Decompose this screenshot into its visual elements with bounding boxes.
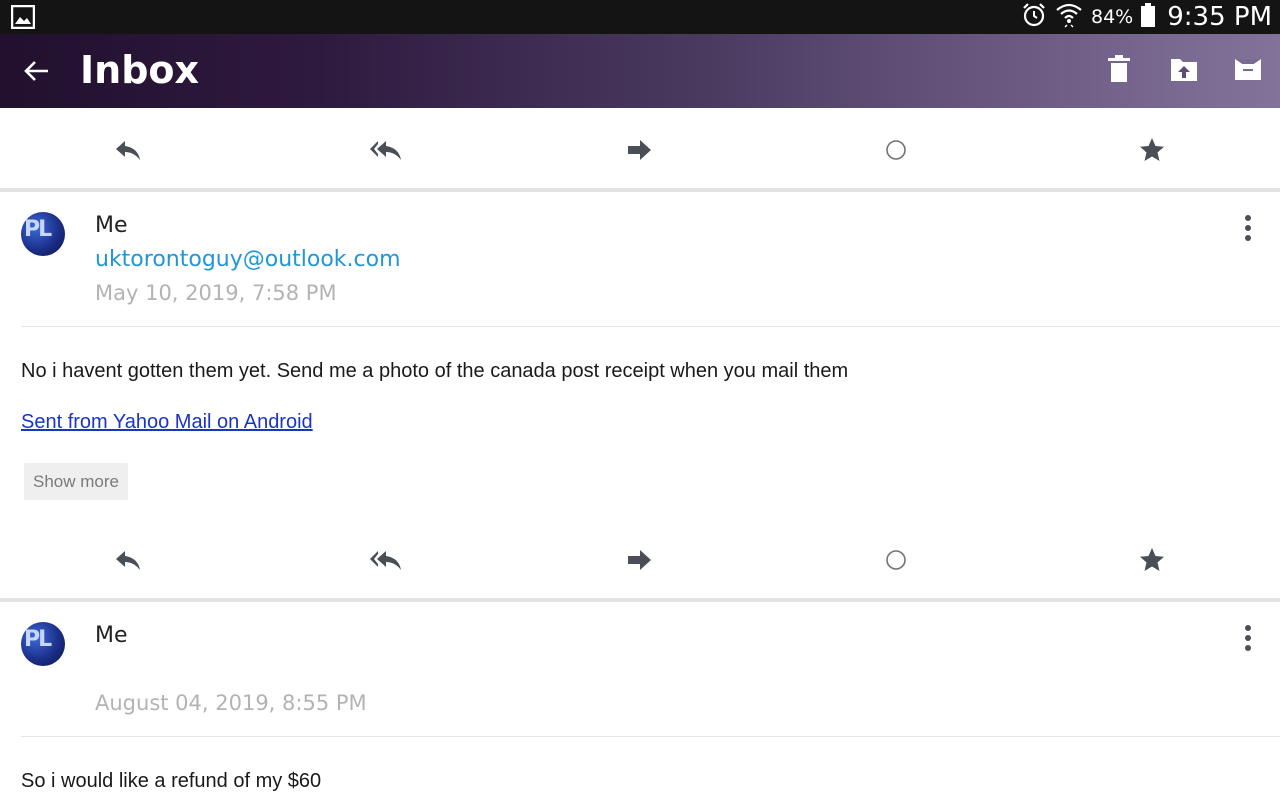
divider <box>21 736 1280 737</box>
reply-icon[interactable] <box>114 546 142 574</box>
move-to-folder-icon[interactable] <box>1170 54 1197 84</box>
status-bar: 84% 9:35 PM <box>0 0 1280 34</box>
sender-name: Me <box>95 623 128 648</box>
page-title: Inbox <box>80 48 200 92</box>
app-bar: Inbox <box>0 34 1280 108</box>
sender-email[interactable]: uktorontoguy@outlook.com <box>95 247 401 272</box>
mark-unread-icon[interactable] <box>882 546 910 574</box>
divider <box>21 326 1280 327</box>
reply-all-icon[interactable] <box>370 136 401 164</box>
clock: 9:35 PM <box>1167 2 1272 32</box>
sender-name: Me <box>95 213 128 238</box>
back-arrow-icon[interactable] <box>22 56 52 86</box>
avatar[interactable]: PL <box>21 622 65 666</box>
avatar-initials: PL <box>24 627 52 652</box>
battery-percent: 84% <box>1091 6 1134 28</box>
avatar-initials: PL <box>24 217 52 242</box>
delete-icon[interactable] <box>1106 54 1132 84</box>
signature-link[interactable]: Sent from Yahoo Mail on Android <box>21 411 313 434</box>
forward-icon[interactable] <box>626 136 654 164</box>
more-options-icon[interactable] <box>1240 623 1256 653</box>
star-icon[interactable] <box>1138 546 1166 574</box>
message-action-bar <box>0 110 1280 190</box>
message-body: No i havent gotten them yet. Send me a p… <box>21 360 849 382</box>
divider <box>0 188 1280 192</box>
avatar[interactable]: PL <box>21 212 65 256</box>
gallery-icon <box>10 4 36 30</box>
show-more-button[interactable]: Show more <box>24 463 128 500</box>
message-body: So i would like a refund of my $60 <box>21 770 322 792</box>
message-action-bar <box>0 520 1280 600</box>
reply-icon[interactable] <box>114 136 142 164</box>
star-icon[interactable] <box>1138 136 1166 164</box>
message-date: August 04, 2019, 8:55 PM <box>95 691 367 715</box>
battery-icon <box>1141 3 1156 31</box>
archive-icon[interactable] <box>1234 54 1261 84</box>
wifi-icon <box>1055 1 1083 33</box>
forward-icon[interactable] <box>626 546 654 574</box>
more-options-icon[interactable] <box>1240 213 1256 243</box>
reply-all-icon[interactable] <box>370 546 401 574</box>
message-date: May 10, 2019, 7:58 PM <box>95 281 337 305</box>
alarm-icon <box>1021 2 1047 32</box>
divider <box>0 598 1280 602</box>
mark-unread-icon[interactable] <box>882 136 910 164</box>
